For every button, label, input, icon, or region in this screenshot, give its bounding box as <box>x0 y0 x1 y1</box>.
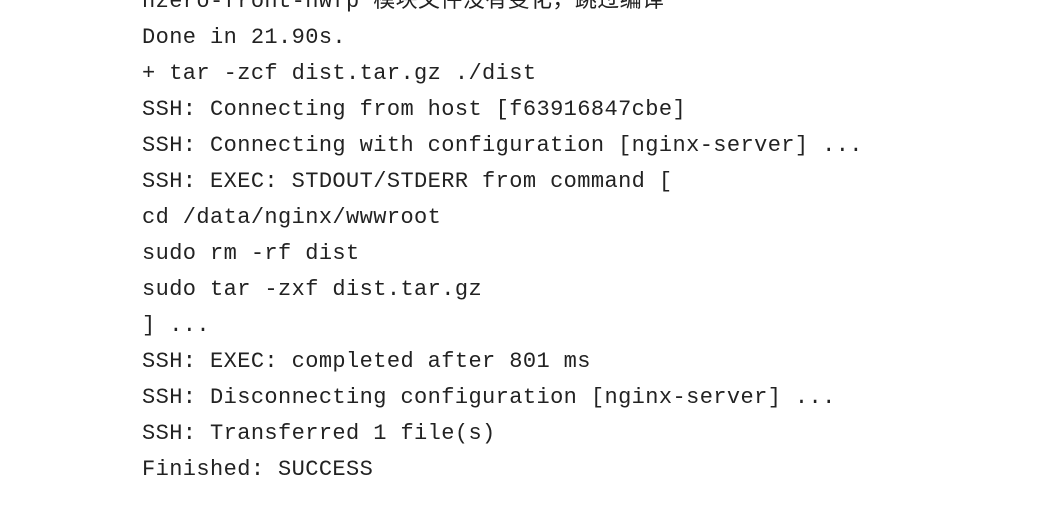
console-line: Done in 21.90s. <box>142 25 347 50</box>
console-line: ] ... <box>142 313 211 338</box>
console-line: hzero-front-hwfp 模块文件没有变化，跳过编译 <box>142 0 665 14</box>
console-line: SSH: Transferred 1 file(s) <box>142 421 496 446</box>
console-line: SSH: Connecting from host [f63916847cbe] <box>142 97 687 122</box>
console-line: SSH: Connecting with configuration [ngin… <box>142 133 863 158</box>
console-line: cd /data/nginx/wwwroot <box>142 205 442 230</box>
console-line: SSH: EXEC: completed after 801 ms <box>142 349 591 374</box>
console-output: hzero-front-hwfp 模块文件没有变化，跳过编译 Done in 2… <box>142 0 1022 488</box>
console-line: + tar -zcf dist.tar.gz ./dist <box>142 61 537 86</box>
console-line: SSH: EXEC: STDOUT/STDERR from command [ <box>142 169 673 194</box>
console-line-status: Finished: SUCCESS <box>142 457 374 482</box>
console-line: sudo rm -rf dist <box>142 241 360 266</box>
console-line: sudo tar -zxf dist.tar.gz <box>142 277 483 302</box>
console-line: SSH: Disconnecting configuration [nginx-… <box>142 385 836 410</box>
